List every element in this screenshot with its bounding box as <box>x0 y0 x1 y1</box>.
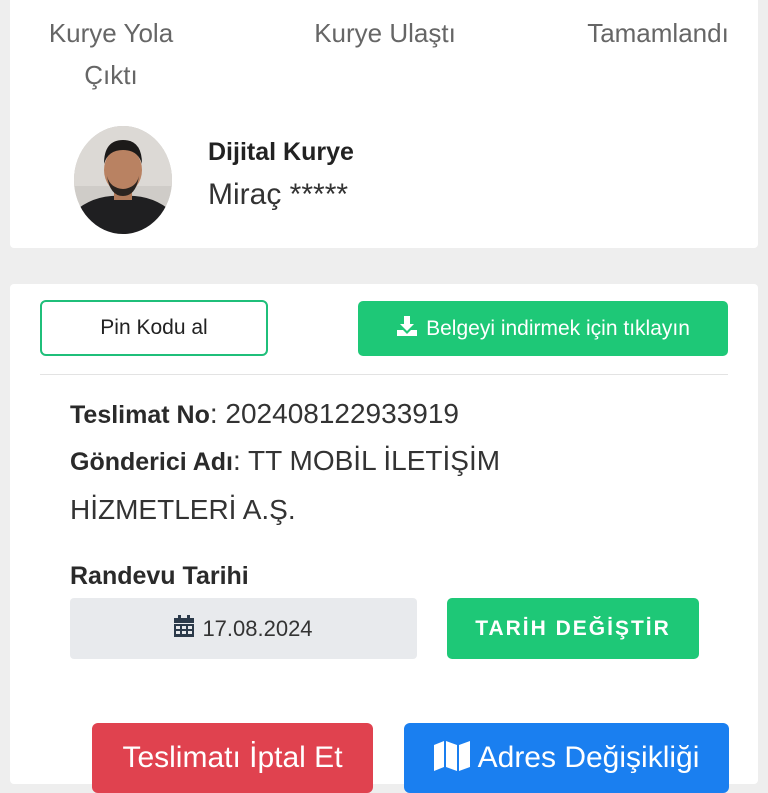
step-arrived: Kurye Ulaştı <box>314 18 456 48</box>
delivery-number: Teslimat No: 202408122933919 <box>70 398 459 429</box>
address-change-button[interactable]: Adres Değişikliği <box>404 723 729 793</box>
pin-code-button[interactable]: Pin Kodu al <box>40 300 268 356</box>
change-date-label: TARİH DEĞİŞTİR <box>475 616 671 640</box>
download-document-button[interactable]: Belgeyi indirmek için tıklayın <box>358 301 728 356</box>
courier-photo <box>74 126 172 234</box>
cancel-delivery-label: Teslimatı İptal Et <box>122 741 343 774</box>
step-on-the-way: Kurye Yola Çıktı <box>48 18 174 90</box>
download-icon <box>396 315 418 343</box>
map-icon <box>433 741 470 779</box>
delivery-number-value: 202408122933919 <box>225 398 459 429</box>
appointment-date: 17.08.2024 <box>202 615 313 641</box>
sender-name: Gönderici Adı: TT MOBİL İLETİŞİM HİZMETL… <box>70 445 501 525</box>
avatar <box>74 126 172 234</box>
download-label: Belgeyi indirmek için tıklayın <box>426 316 690 340</box>
cancel-delivery-button[interactable]: Teslimatı İptal Et <box>92 723 373 793</box>
address-change-label: Adres Değişikliği <box>477 741 700 774</box>
delivery-number-label: Teslimat No <box>70 401 210 429</box>
courier-title: Dijital Kurye <box>208 138 354 166</box>
sender-label: Gönderici Adı <box>70 448 233 476</box>
change-date-button[interactable]: TARİH DEĞİŞTİR <box>447 598 699 659</box>
courier-name: Miraç ***** <box>208 178 349 211</box>
step-completed: Tamamlandı <box>587 18 729 48</box>
pin-code-label: Pin Kodu al <box>100 316 208 339</box>
calendar-icon <box>174 614 195 643</box>
divider <box>40 374 728 375</box>
appointment-label: Randevu Tarihi <box>70 562 249 590</box>
appointment-date-field[interactable]: 17.08.2024 <box>70 598 417 659</box>
delivery-card <box>10 284 758 784</box>
